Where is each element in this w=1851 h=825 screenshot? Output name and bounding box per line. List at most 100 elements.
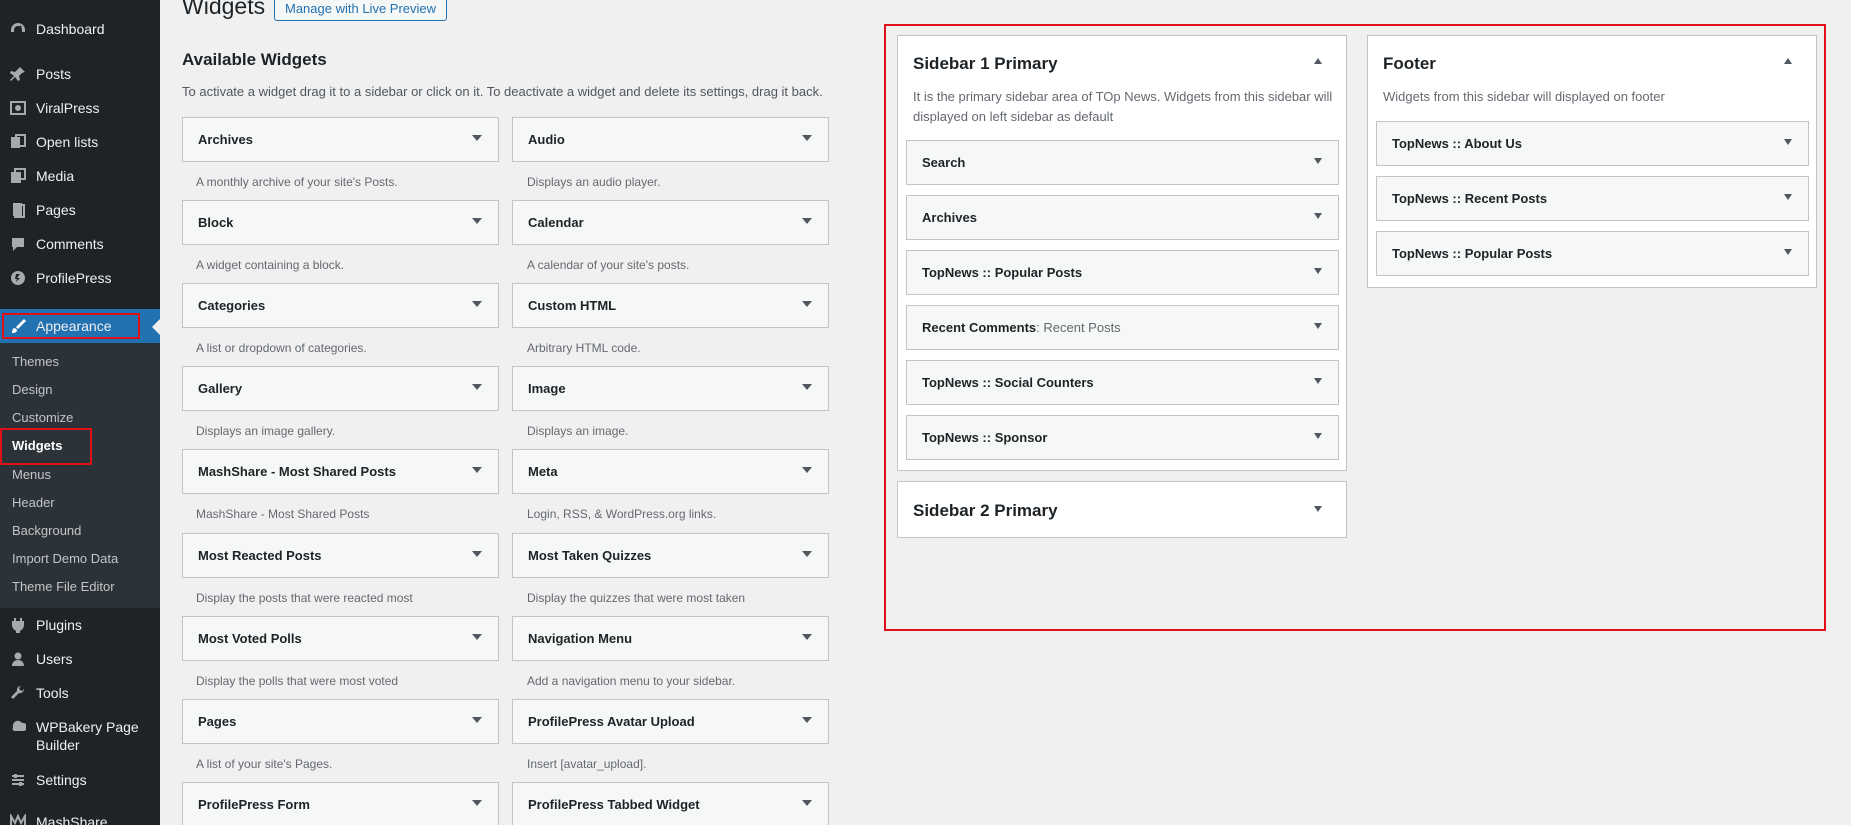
widget-title-main: Recent Comments: [922, 320, 1037, 335]
widget-title: TopNews :: Popular Posts: [922, 265, 1083, 280]
menu-tools[interactable]: Tools: [0, 683, 160, 703]
sidebar-widget-sponsor[interactable]: TopNews :: Sponsor: [906, 415, 1339, 460]
arrow-down-icon: [1784, 139, 1792, 145]
menu-label: Plugins: [36, 617, 82, 633]
widget-categories[interactable]: Categories: [182, 283, 499, 328]
footer-widget-recent-posts[interactable]: TopNews :: Recent Posts: [1376, 176, 1809, 221]
highlight-widgets: [0, 428, 92, 465]
menu-label: Open lists: [36, 134, 99, 150]
sidebar-widget-archives[interactable]: Archives: [906, 195, 1339, 240]
widget-description: Display the polls that were most voted: [196, 674, 399, 688]
widget-description: Display the quizzes that were most taken: [527, 591, 746, 605]
widget-mashshare-most-shared[interactable]: MashShare - Most Shared Posts: [182, 449, 499, 494]
menu-label: Tools: [36, 685, 69, 701]
submenu-import-demo-data[interactable]: Import Demo Data: [12, 551, 118, 566]
widget-title: Gallery: [198, 381, 243, 396]
widget-most-taken-quizzes[interactable]: Most Taken Quizzes: [512, 533, 829, 578]
submenu-design[interactable]: Design: [12, 382, 52, 397]
manage-live-preview-button[interactable]: Manage with Live Preview: [274, 0, 448, 21]
arrow-down-icon: [472, 301, 482, 307]
menu-settings[interactable]: Settings: [0, 770, 160, 790]
footer-widget-popular-posts[interactable]: TopNews :: Popular Posts: [1376, 231, 1809, 276]
submenu-background[interactable]: Background: [12, 523, 81, 538]
arrow-down-icon: [472, 218, 482, 224]
sidebar-widget-recent-comments[interactable]: Recent Comments: Recent Posts: [906, 305, 1339, 350]
widget-description: Displays an audio player.: [527, 175, 661, 189]
widget-calendar[interactable]: Calendar: [512, 200, 829, 245]
submenu-theme-file-editor[interactable]: Theme File Editor: [12, 579, 115, 594]
footer-sidebar[interactable]: Footer Widgets from this sidebar will di…: [1367, 35, 1817, 288]
menu-plugins[interactable]: Plugins: [0, 615, 160, 635]
submenu-customize[interactable]: Customize: [12, 410, 73, 425]
sidebar-widget-search[interactable]: Search: [906, 140, 1339, 185]
menu-label: MashShare: [36, 814, 108, 825]
sidebar-widget-popular-posts[interactable]: TopNews :: Popular Posts: [906, 250, 1339, 295]
widget-profilepress-form[interactable]: ProfilePress Form: [182, 782, 499, 825]
widget-title: Recent Comments: Recent Posts: [922, 320, 1121, 335]
profilepress-icon: [0, 270, 36, 286]
widget-title: ProfilePress Form: [198, 797, 310, 812]
sidebar-title: Footer: [1383, 54, 1436, 73]
menu-wpbakery[interactable]: WPBakery Page Builder: [0, 718, 160, 756]
menu-open-lists[interactable]: Open lists: [0, 132, 160, 152]
widget-description: A list of your site's Pages.: [196, 757, 333, 771]
sidebar-widget-social-counters[interactable]: TopNews :: Social Counters: [906, 360, 1339, 405]
submenu-themes[interactable]: Themes: [12, 354, 59, 369]
available-widgets-title: Available Widgets: [182, 50, 327, 69]
submenu-menus[interactable]: Menus: [12, 467, 51, 482]
widget-audio[interactable]: Audio: [512, 117, 829, 162]
widget-title: Calendar: [528, 215, 584, 230]
widget-most-reacted-posts[interactable]: Most Reacted Posts: [182, 533, 499, 578]
menu-dashboard[interactable]: Dashboard: [0, 19, 160, 39]
submenu-header[interactable]: Header: [12, 495, 55, 510]
expand-arrow-icon[interactable]: [1314, 506, 1322, 512]
user-icon: [0, 651, 36, 667]
widget-title: Pages: [198, 714, 237, 729]
widget-block[interactable]: Block: [182, 200, 499, 245]
sidebar-2-primary[interactable]: Sidebar 2 Primary: [897, 481, 1347, 538]
wpbakery-icon: [0, 718, 36, 734]
widget-custom-html[interactable]: Custom HTML: [512, 283, 829, 328]
menu-users[interactable]: Users: [0, 649, 160, 669]
arrow-down-icon: [472, 800, 482, 806]
collapse-arrow-icon[interactable]: [1784, 58, 1792, 64]
widget-title: TopNews :: Popular Posts: [1392, 246, 1553, 261]
arrow-down-icon: [802, 717, 812, 723]
widget-title: TopNews :: Social Counters: [922, 375, 1094, 390]
arrow-down-icon: [1314, 158, 1322, 164]
widget-title: Most Taken Quizzes: [528, 548, 652, 563]
sidebar-description: Widgets from this sidebar will displayed…: [1383, 89, 1665, 104]
menu-profilepress[interactable]: ProfilePress: [0, 268, 160, 288]
menu-viralpress[interactable]: ViralPress: [0, 98, 160, 118]
arrow-down-icon: [802, 634, 812, 640]
dashboard-icon: [0, 21, 36, 37]
widget-pages[interactable]: Pages: [182, 699, 499, 744]
widget-image[interactable]: Image: [512, 366, 829, 411]
menu-mashshare[interactable]: MashShare: [0, 812, 160, 825]
widget-meta[interactable]: Meta: [512, 449, 829, 494]
sidebar-title: Sidebar 2 Primary: [913, 501, 1058, 520]
widget-subtitle: : Recent Posts: [1036, 320, 1121, 335]
wrench-icon: [0, 685, 36, 701]
widget-profilepress-tabbed[interactable]: ProfilePress Tabbed Widget: [512, 782, 829, 825]
arrow-down-icon: [472, 634, 482, 640]
menu-pages[interactable]: Pages: [0, 200, 160, 220]
menu-posts[interactable]: Posts: [0, 64, 160, 84]
highlight-appearance: [2, 313, 140, 339]
menu-media[interactable]: Media: [0, 166, 160, 186]
menu-comments[interactable]: Comments: [0, 234, 160, 254]
widget-archives[interactable]: Archives: [182, 117, 499, 162]
list-icon: [0, 134, 36, 150]
sidebar-1-primary[interactable]: Sidebar 1 Primary It is the primary side…: [897, 35, 1347, 471]
arrow-down-icon: [1784, 194, 1792, 200]
widget-navigation-menu[interactable]: Navigation Menu: [512, 616, 829, 661]
arrow-down-icon: [1314, 323, 1322, 329]
widget-description: Displays an image.: [527, 424, 629, 438]
widget-gallery[interactable]: Gallery: [182, 366, 499, 411]
widget-title: Archives: [198, 132, 253, 147]
widget-profilepress-avatar-upload[interactable]: ProfilePress Avatar Upload: [512, 699, 829, 744]
arrow-down-icon: [802, 551, 812, 557]
collapse-arrow-icon[interactable]: [1314, 58, 1322, 64]
footer-widget-about-us[interactable]: TopNews :: About Us: [1376, 121, 1809, 166]
widget-most-voted-polls[interactable]: Most Voted Polls: [182, 616, 499, 661]
